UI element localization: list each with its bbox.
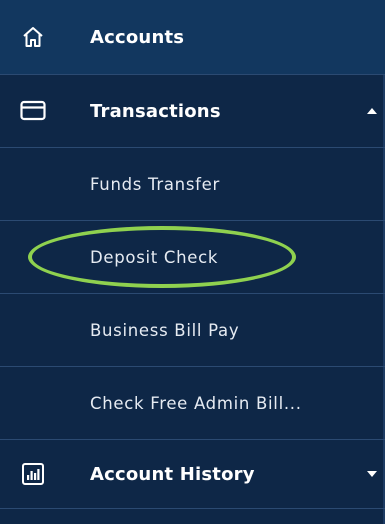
sidebar-item-label: Funds Transfer xyxy=(90,174,220,194)
nav-item-accounts[interactable]: Accounts xyxy=(0,0,385,74)
card-icon xyxy=(20,98,46,124)
nav-item-label: Account History xyxy=(90,463,255,485)
nav-item-label: Accounts xyxy=(90,26,185,48)
nav-item-transactions[interactable]: Transactions xyxy=(0,75,385,147)
nav-item-account-history[interactable]: Account History xyxy=(0,440,385,508)
sidebar-item-deposit-check[interactable]: Deposit Check xyxy=(0,221,385,293)
chevron-up-icon[interactable] xyxy=(367,108,377,114)
sidebar-item-label: Business Bill Pay xyxy=(90,320,240,340)
sidebar-item-funds-transfer[interactable]: Funds Transfer xyxy=(0,148,385,220)
divider xyxy=(0,508,385,509)
sidebar-item-check-free-admin-bill[interactable]: Check Free Admin Bill... xyxy=(0,367,385,439)
nav-item-label: Transactions xyxy=(90,100,221,122)
sidebar-nav: Accounts Transactions Funds Transfer Dep… xyxy=(0,0,385,524)
sidebar-item-label: Check Free Admin Bill... xyxy=(90,393,302,413)
sidebar-item-label: Deposit Check xyxy=(90,247,219,267)
home-icon xyxy=(20,24,46,50)
chevron-down-icon[interactable] xyxy=(367,471,377,477)
sidebar-item-business-bill-pay[interactable]: Business Bill Pay xyxy=(0,294,385,366)
bar-chart-icon xyxy=(20,461,46,487)
